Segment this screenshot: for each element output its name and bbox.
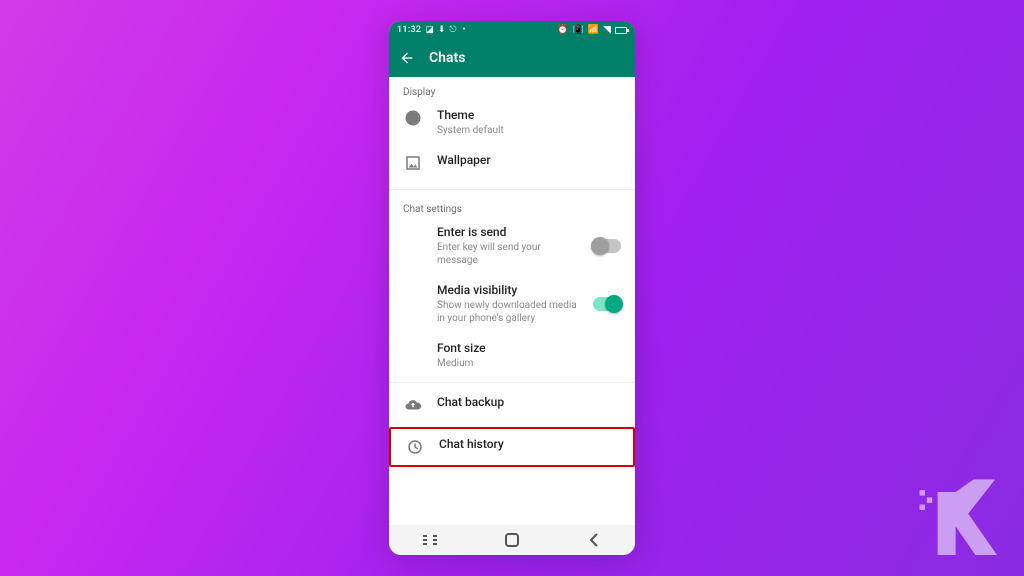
row-chat-backup[interactable]: Chat backup bbox=[389, 387, 635, 427]
status-alarm-icon: ⏰ bbox=[557, 25, 568, 35]
row-enter-is-send[interactable]: Enter is send Enter key will send your m… bbox=[389, 217, 635, 275]
enter-is-send-title: Enter is send bbox=[437, 225, 579, 239]
media-visibility-toggle[interactable] bbox=[593, 297, 621, 311]
android-nav-bar bbox=[389, 525, 635, 555]
row-theme[interactable]: Theme System default bbox=[389, 100, 635, 145]
row-media-visibility[interactable]: Media visibility Show newly downloaded m… bbox=[389, 275, 635, 333]
theme-title: Theme bbox=[437, 108, 621, 122]
cloud-upload-icon bbox=[403, 395, 423, 415]
theme-subtitle: System default bbox=[437, 124, 621, 137]
divider bbox=[389, 189, 635, 190]
section-header-display: Display bbox=[389, 77, 635, 100]
wallpaper-title: Wallpaper bbox=[437, 153, 621, 167]
theme-icon bbox=[403, 108, 423, 128]
back-icon[interactable] bbox=[399, 50, 415, 66]
app-bar: Chats bbox=[389, 39, 635, 77]
status-battery-icon bbox=[615, 27, 627, 34]
divider bbox=[389, 382, 635, 383]
status-more-icon bbox=[461, 25, 466, 35]
history-icon bbox=[405, 437, 425, 457]
status-vibrate-icon: 📳 bbox=[573, 25, 584, 35]
page-title: Chats bbox=[429, 50, 465, 66]
wallpaper-icon bbox=[403, 153, 423, 173]
back-nav-button[interactable] bbox=[583, 529, 605, 551]
media-visibility-title: Media visibility bbox=[437, 283, 579, 297]
row-font-size[interactable]: Font size Medium bbox=[389, 333, 635, 378]
font-size-subtitle: Medium bbox=[437, 357, 621, 370]
watermark-k-icon bbox=[916, 474, 1006, 564]
enter-is-send-toggle[interactable] bbox=[593, 239, 621, 253]
status-bar: 11:32 ◪ ⬇ ⎋ ⏰ 📳 📶 bbox=[389, 21, 635, 39]
status-signal-icon bbox=[603, 26, 611, 34]
row-chat-history[interactable]: Chat history bbox=[389, 427, 635, 467]
enter-is-send-subtitle: Enter key will send your message bbox=[437, 241, 579, 267]
home-button[interactable] bbox=[501, 529, 523, 551]
status-nfc-icon: ◪ bbox=[425, 25, 434, 35]
font-size-title: Font size bbox=[437, 341, 621, 355]
recents-button[interactable] bbox=[419, 529, 441, 551]
section-header-chat-settings: Chat settings bbox=[389, 194, 635, 217]
media-visibility-subtitle: Show newly downloaded media in your phon… bbox=[437, 299, 579, 325]
phone-frame: 11:32 ◪ ⬇ ⎋ ⏰ 📳 📶 Chats Display Them bbox=[389, 21, 635, 555]
status-usb-icon: ⎋ bbox=[449, 25, 456, 35]
chat-backup-title: Chat backup bbox=[437, 395, 621, 409]
row-wallpaper[interactable]: Wallpaper bbox=[389, 145, 635, 185]
chat-history-title: Chat history bbox=[439, 437, 619, 451]
status-wifi-icon: 📶 bbox=[588, 25, 599, 35]
settings-content: Display Theme System default Wallpaper C… bbox=[389, 77, 635, 525]
status-time: 11:32 bbox=[397, 25, 421, 35]
status-download-icon: ⬇ bbox=[438, 25, 446, 35]
